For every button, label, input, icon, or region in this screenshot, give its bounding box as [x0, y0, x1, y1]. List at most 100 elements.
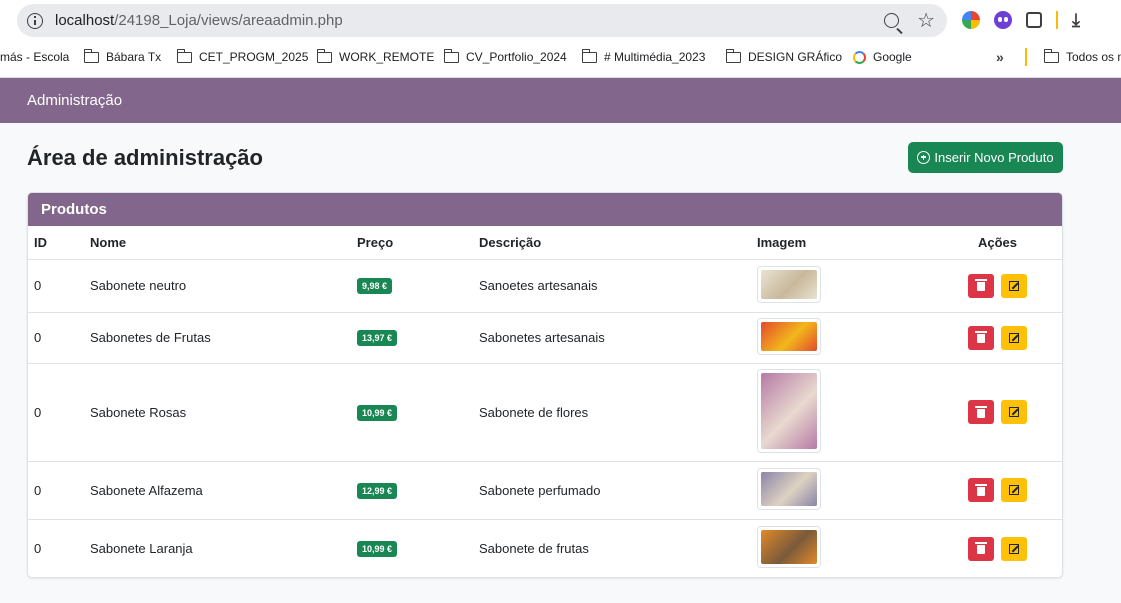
- bookmark-star-icon[interactable]: ☆: [917, 11, 935, 31]
- folder-icon: [316, 48, 332, 63]
- cell-price: 10,99 €: [357, 363, 479, 462]
- bookmark-item[interactable]: # Multimédia_2023: [581, 44, 706, 70]
- insert-product-label: Inserir Novo Produto: [934, 150, 1054, 165]
- bookmarks-separator: [1025, 48, 1027, 66]
- bookmark-item[interactable]: Google: [853, 44, 912, 70]
- cell-image: [757, 461, 933, 520]
- google-icon: [853, 50, 866, 64]
- folder-icon: [725, 48, 741, 63]
- cell-image: [757, 259, 933, 313]
- edit-button[interactable]: [1001, 400, 1027, 424]
- bookmark-label: CV_Portfolio_2024: [466, 50, 567, 64]
- cell-description: Sabonete perfumado: [479, 461, 757, 520]
- cell-description: Sabonetes artesanais: [479, 312, 757, 364]
- cell-description: Sabonete de frutas: [479, 541, 589, 557]
- bookmark-label: WORK_REMOTE: [339, 50, 435, 64]
- trash-icon: [975, 483, 987, 496]
- cell-image: [757, 519, 933, 577]
- extensions-puzzle-icon[interactable]: [1026, 12, 1042, 28]
- pencil-icon: [1009, 280, 1019, 291]
- bookmark-label: # Multimédia_2023: [604, 50, 706, 64]
- product-thumbnail: [757, 317, 821, 355]
- cell-name: Sabonetes de Frutas: [90, 312, 357, 364]
- product-thumbnail: [757, 526, 821, 569]
- download-icon[interactable]: ⤓: [1072, 10, 1080, 31]
- zoom-icon[interactable]: [884, 13, 900, 28]
- bookmark-item[interactable]: CET_PROGM_2025: [176, 44, 309, 70]
- trash-icon: [975, 542, 987, 555]
- table-row: 0 Sabonete neutro 9,98 € Sanoetes artesa…: [28, 259, 1062, 313]
- table-row: 0 Sabonetes de Frutas 13,97 € Sabonetes …: [28, 312, 1062, 364]
- bookmark-item[interactable]: Bábara Tx: [83, 44, 162, 70]
- insert-product-button[interactable]: Inserir Novo Produto: [908, 142, 1063, 173]
- browser-chrome: localhost/24198_Loja/views/areaadmin.php…: [0, 0, 1121, 78]
- cell-price: 9,98 €: [357, 259, 479, 313]
- price-badge: 12,99 €: [357, 482, 398, 499]
- delete-button[interactable]: [968, 325, 994, 350]
- navbar-brand[interactable]: Administração: [27, 92, 122, 109]
- cell-actions: [933, 363, 1062, 462]
- bookmark-item[interactable]: más - Escola: [0, 44, 69, 70]
- col-header-id: ID: [28, 226, 90, 260]
- bookmark-label: CET_PROGM_2025: [199, 50, 309, 64]
- products-table: ID Nome Preço Descrição Imagem Ações 0 S…: [28, 226, 1062, 577]
- bookmark-label: más - Escola: [0, 50, 70, 64]
- col-header-price: Preço: [357, 226, 479, 260]
- folder-icon: [176, 48, 192, 63]
- bookmark-item[interactable]: DESIGN GRÁfico: [725, 44, 843, 70]
- url-host: localhost: [55, 12, 115, 29]
- edit-button[interactable]: [1001, 478, 1027, 502]
- cell-id: 0: [28, 363, 90, 462]
- address-bar[interactable]: localhost/24198_Loja/views/areaadmin.php…: [17, 4, 947, 37]
- folder-icon: [443, 48, 459, 63]
- table-header-row: ID Nome Preço Descrição Imagem Ações: [28, 226, 1062, 260]
- product-image: [761, 471, 817, 506]
- product-image: [761, 372, 817, 449]
- product-image: [761, 269, 817, 299]
- cell-name: Sabonete neutro: [90, 259, 357, 313]
- bookmark-item[interactable]: WORK_REMOTE: [316, 44, 435, 70]
- site-info-icon[interactable]: [27, 12, 43, 29]
- delete-button[interactable]: [968, 536, 994, 561]
- bookmark-label: Google: [873, 50, 912, 64]
- edit-button[interactable]: [1001, 536, 1027, 561]
- bookmark-item[interactable]: Todos os m: [1043, 44, 1121, 70]
- cell-actions: [933, 259, 1062, 313]
- delete-button[interactable]: [968, 400, 994, 424]
- table-row: 0 Sabonete Laranja 10,99 € Sabonete de f…: [28, 519, 1062, 577]
- cell-name: Sabonete Alfazema: [90, 461, 357, 520]
- app-navbar: Administração: [0, 78, 1121, 123]
- face-extension-icon[interactable]: [994, 11, 1012, 29]
- price-badge: 10,99 €: [357, 404, 398, 421]
- edit-button[interactable]: [1001, 325, 1027, 350]
- page-title: Área de administração: [27, 145, 263, 170]
- price-badge: 13,97 €: [357, 330, 398, 346]
- cell-description: Sanoetes artesanais: [479, 259, 757, 313]
- bookmark-label: DESIGN GRÁfico: [748, 50, 843, 64]
- folder-icon: [83, 48, 99, 63]
- edit-button[interactable]: [1001, 273, 1027, 298]
- col-header-name: Nome: [90, 226, 357, 260]
- delete-button[interactable]: [968, 478, 994, 502]
- bookmarks-bar: más - Escola Bábara Tx CET_PROGM_2025 WO…: [0, 44, 1121, 70]
- cell-name: Sabonete Laranja: [90, 541, 193, 557]
- color-extension-icon[interactable]: [962, 11, 980, 29]
- url-path: /24198_Loja/views/areaadmin.php: [114, 12, 343, 29]
- cell-actions: [933, 312, 1062, 364]
- cell-name: Sabonete Rosas: [90, 363, 357, 462]
- bookmark-label: Bábara Tx: [106, 50, 162, 64]
- bookmarks-overflow-icon[interactable]: »: [996, 44, 1004, 70]
- plus-circle-icon: [917, 151, 931, 164]
- product-thumbnail: [757, 265, 821, 303]
- price-badge: 10,99 €: [357, 541, 398, 558]
- product-image: [761, 321, 817, 351]
- delete-button[interactable]: [968, 273, 994, 298]
- price-badge: 9,98 €: [357, 278, 393, 294]
- bookmark-item[interactable]: CV_Portfolio_2024: [443, 44, 567, 70]
- cell-id: 0: [28, 461, 90, 520]
- folder-icon: [1043, 48, 1059, 63]
- product-thumbnail: [757, 368, 821, 453]
- products-card-header: Produtos: [28, 193, 1062, 226]
- col-header-description: Descrição: [479, 226, 757, 260]
- url-text[interactable]: localhost/24198_Loja/views/areaadmin.php: [55, 12, 343, 29]
